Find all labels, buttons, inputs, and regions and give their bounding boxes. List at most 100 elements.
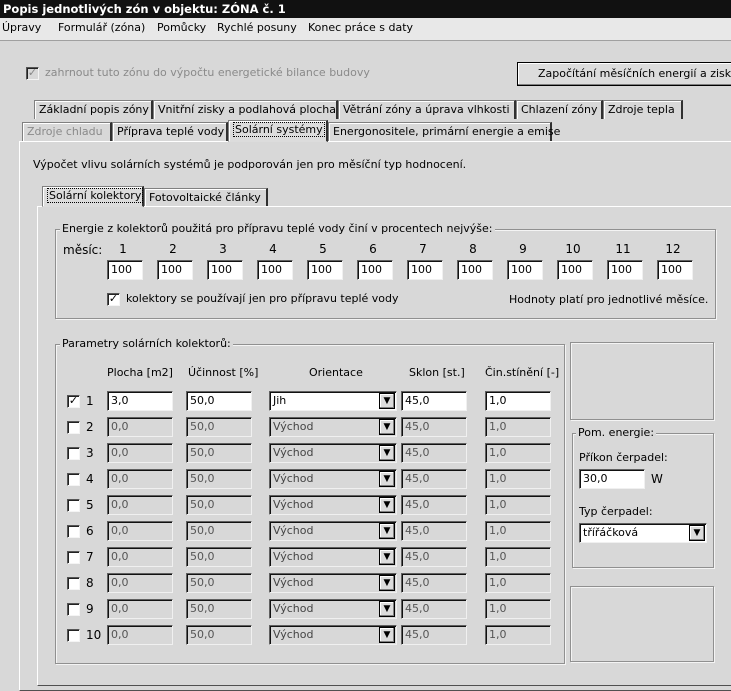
collector-area-input[interactable]: 0,0 [107, 469, 173, 489]
tab-zdroje-chladu[interactable]: Zdroje chladu [22, 122, 112, 141]
chevron-down-icon[interactable]: ▼ [379, 549, 395, 565]
month-percent-input[interactable]: 100 [557, 260, 593, 280]
collector-orientation-select[interactable]: Východ ▼ [269, 521, 397, 541]
month-percent-input[interactable]: 100 [257, 260, 293, 280]
include-zone-checkbox[interactable]: ✓ [26, 67, 39, 80]
collector-area-input[interactable]: 0,0 [107, 495, 173, 515]
pump-power-input[interactable]: 30,0 [579, 469, 645, 489]
subtab-fotovoltaicke[interactable]: Fotovoltaické články [144, 188, 268, 207]
chevron-down-icon[interactable]: ▼ [379, 393, 395, 409]
collector-orientation-select[interactable]: Východ ▼ [269, 599, 397, 619]
collector-shading-input[interactable]: 1,0 [485, 391, 551, 411]
collector-enable-checkbox[interactable] [67, 551, 80, 564]
menu-upravy[interactable]: Úpravy [2, 21, 41, 34]
collector-orientation-select[interactable]: Východ ▼ [269, 443, 397, 463]
collector-efficiency-input[interactable]: 50,0 [186, 599, 252, 619]
collector-tilt-input[interactable]: 45,0 [401, 573, 467, 593]
collector-shading-input[interactable]: 1,0 [485, 417, 551, 437]
chevron-down-icon[interactable]: ▼ [379, 601, 395, 617]
collector-efficiency-input[interactable]: 50,0 [186, 469, 252, 489]
collector-area-input[interactable]: 0,0 [107, 521, 173, 541]
month-percent-input[interactable]: 100 [107, 260, 143, 280]
chevron-down-icon[interactable]: ▼ [379, 575, 395, 591]
chevron-down-icon[interactable]: ▼ [379, 497, 395, 513]
collector-enable-checkbox[interactable]: ✓ [67, 395, 80, 408]
collector-enable-checkbox[interactable] [67, 421, 80, 434]
collector-tilt-input[interactable]: 45,0 [401, 625, 467, 645]
tab-energonositele[interactable]: Energonositele, primární energie a emise [328, 122, 560, 141]
collector-efficiency-input[interactable]: 50,0 [186, 547, 252, 567]
collector-tilt-input[interactable]: 45,0 [401, 417, 467, 437]
chevron-down-icon[interactable]: ▼ [689, 525, 705, 541]
chevron-down-icon[interactable]: ▼ [379, 627, 395, 643]
collector-area-input[interactable]: 0,0 [107, 443, 173, 463]
collector-enable-checkbox[interactable] [67, 577, 80, 590]
collector-shading-input[interactable]: 1,0 [485, 521, 551, 541]
collector-orientation-select[interactable]: Východ ▼ [269, 469, 397, 489]
collector-efficiency-input[interactable]: 50,0 [186, 625, 252, 645]
collector-enable-checkbox[interactable] [67, 499, 80, 512]
month-percent-input[interactable]: 100 [357, 260, 393, 280]
collector-orientation-select[interactable]: Jih ▼ [269, 391, 397, 411]
chevron-down-icon[interactable]: ▼ [379, 523, 395, 539]
pump-type-select[interactable]: třířáčková ▼ [579, 523, 707, 543]
collector-shading-input[interactable]: 1,0 [485, 443, 551, 463]
collector-tilt-input[interactable]: 45,0 [401, 495, 467, 515]
collector-efficiency-input[interactable]: 50,0 [186, 417, 252, 437]
collector-enable-checkbox[interactable] [67, 603, 80, 616]
collector-efficiency-input[interactable]: 50,0 [186, 391, 252, 411]
collector-efficiency-input[interactable]: 50,0 [186, 495, 252, 515]
collector-efficiency-input[interactable]: 50,0 [186, 573, 252, 593]
collector-efficiency-input[interactable]: 50,0 [186, 443, 252, 463]
collector-tilt-input[interactable]: 45,0 [401, 599, 467, 619]
tab-zakladni-popis[interactable]: Základní popis zóny [34, 100, 153, 119]
collector-shading-input[interactable]: 1,0 [485, 599, 551, 619]
tab-zdroje-tepla[interactable]: Zdroje tepla [603, 100, 683, 119]
calc-monthly-button[interactable]: Započítání měsíčních energií a zisků [517, 62, 731, 86]
tab-chlazeni[interactable]: Chlazení zóny [516, 100, 603, 119]
chevron-down-icon[interactable]: ▼ [379, 419, 395, 435]
collector-orientation-select[interactable]: Východ ▼ [269, 547, 397, 567]
collector-tilt-input[interactable]: 45,0 [401, 391, 467, 411]
collector-tilt-input[interactable]: 45,0 [401, 521, 467, 541]
collector-enable-checkbox[interactable] [67, 629, 80, 642]
collector-area-input[interactable]: 3,0 [107, 391, 173, 411]
month-percent-input[interactable]: 100 [157, 260, 193, 280]
collector-orientation-select[interactable]: Východ ▼ [269, 573, 397, 593]
collector-area-input[interactable]: 0,0 [107, 625, 173, 645]
month-percent-input[interactable]: 100 [457, 260, 493, 280]
collector-shading-input[interactable]: 1,0 [485, 573, 551, 593]
collector-tilt-input[interactable]: 45,0 [401, 469, 467, 489]
collector-shading-input[interactable]: 1,0 [485, 547, 551, 567]
collector-orientation-select[interactable]: Východ ▼ [269, 625, 397, 645]
menu-pomucky[interactable]: Pomůcky [157, 21, 206, 34]
month-percent-input[interactable]: 100 [407, 260, 443, 280]
collector-area-input[interactable]: 0,0 [107, 547, 173, 567]
tab-solarni-systemy[interactable]: Solární systémy [228, 120, 328, 142]
collector-orientation-select[interactable]: Východ ▼ [269, 417, 397, 437]
collector-enable-checkbox[interactable] [67, 525, 80, 538]
tab-vnitrni-zisky[interactable]: Vnitřní zisky a podlahová plocha [153, 100, 338, 119]
tab-vetrani[interactable]: Větrání zóny a úprava vlhkosti [338, 100, 516, 119]
menu-formular[interactable]: Formulář (zóna) [58, 21, 145, 34]
chevron-down-icon[interactable]: ▼ [379, 445, 395, 461]
collector-area-input[interactable]: 0,0 [107, 599, 173, 619]
tab-priprava-tv[interactable]: Příprava teplé vody [112, 122, 228, 141]
collector-orientation-select[interactable]: Východ ▼ [269, 495, 397, 515]
collector-enable-checkbox[interactable] [67, 473, 80, 486]
month-percent-input[interactable]: 100 [607, 260, 643, 280]
collector-tilt-input[interactable]: 45,0 [401, 547, 467, 567]
subtab-solarni-kolektory[interactable]: Solární kolektory [42, 186, 144, 207]
month-percent-input[interactable]: 100 [507, 260, 543, 280]
collector-area-input[interactable]: 0,0 [107, 417, 173, 437]
month-percent-input[interactable]: 100 [207, 260, 243, 280]
collector-enable-checkbox[interactable] [67, 447, 80, 460]
chevron-down-icon[interactable]: ▼ [379, 471, 395, 487]
collector-shading-input[interactable]: 1,0 [485, 625, 551, 645]
month-percent-input[interactable]: 100 [307, 260, 343, 280]
month-percent-input[interactable]: 100 [657, 260, 693, 280]
collector-efficiency-input[interactable]: 50,0 [186, 521, 252, 541]
collector-shading-input[interactable]: 1,0 [485, 495, 551, 515]
collector-tilt-input[interactable]: 45,0 [401, 443, 467, 463]
collector-shading-input[interactable]: 1,0 [485, 469, 551, 489]
